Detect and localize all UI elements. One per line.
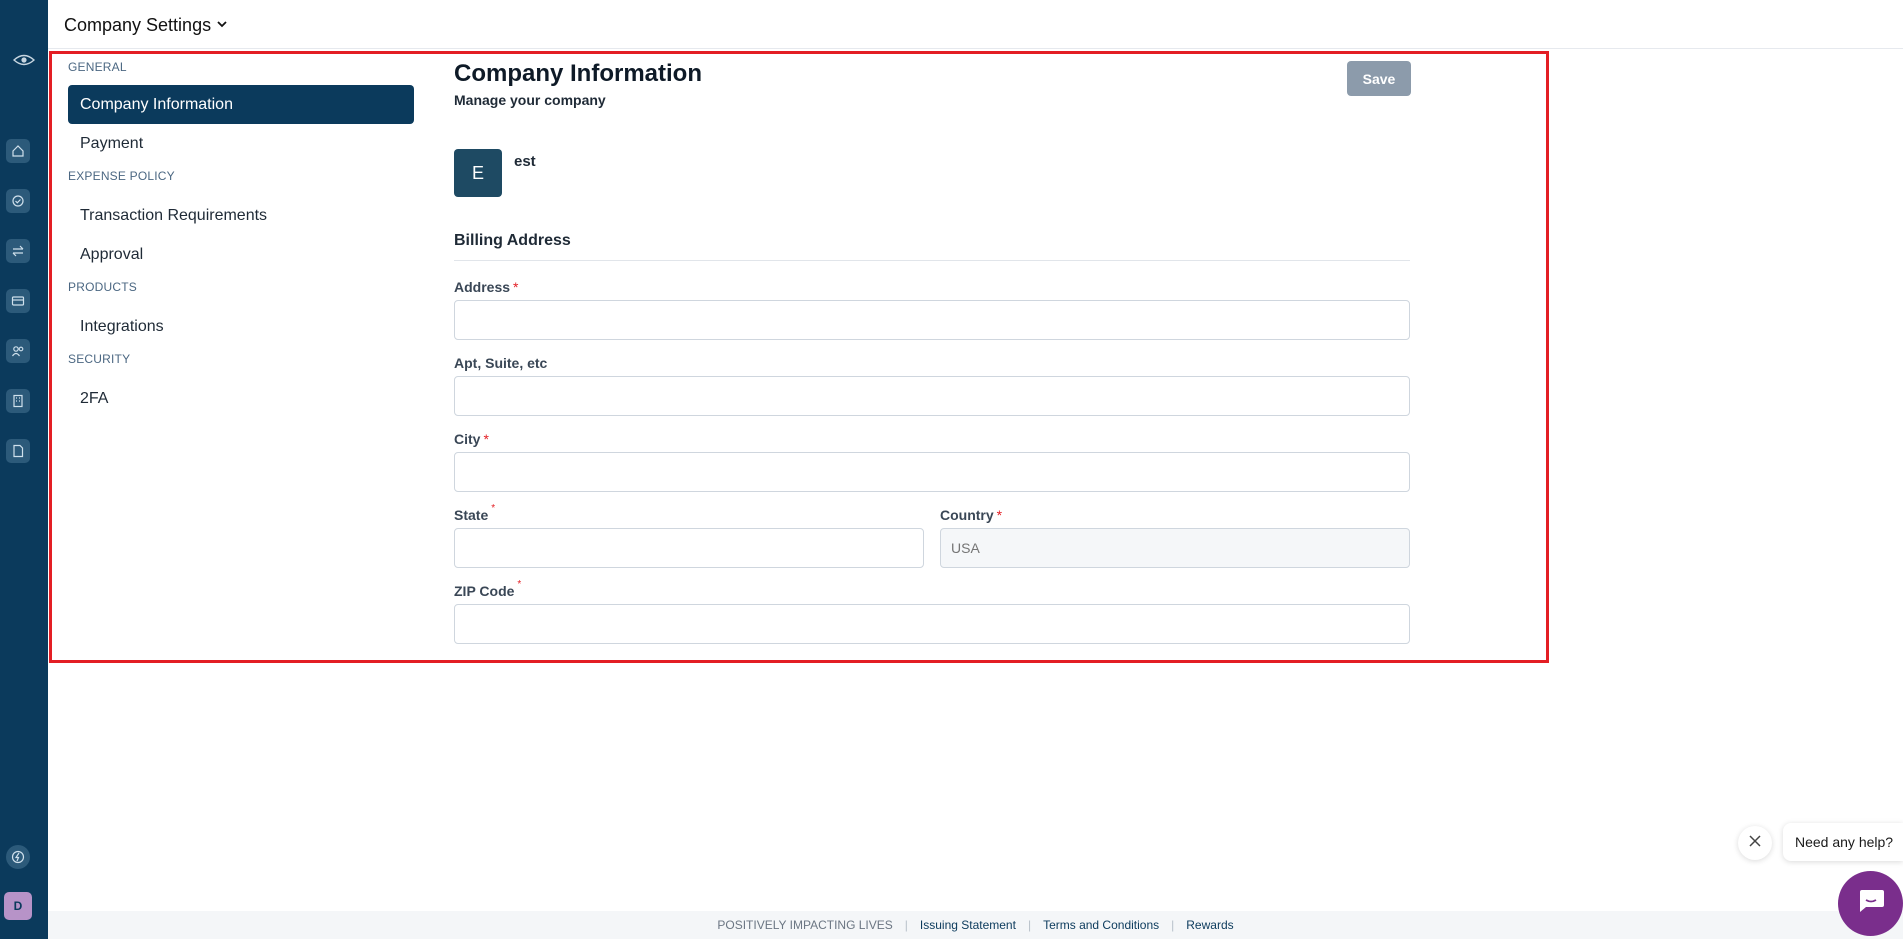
section-expense-policy: EXPENSE POLICY xyxy=(68,169,175,183)
check-circle-icon[interactable] xyxy=(6,189,30,213)
nav-payment[interactable]: Payment xyxy=(68,124,414,163)
chat-button[interactable] xyxy=(1838,871,1903,936)
zip-label: ZIP Code xyxy=(454,583,515,599)
eye-logo-icon[interactable] xyxy=(6,50,42,70)
close-help-button[interactable] xyxy=(1738,826,1772,860)
billing-address-title: Billing Address xyxy=(454,232,1410,261)
required-asterisk: * xyxy=(491,503,496,514)
footer-tagline: POSITIVELY IMPACTING LIVES xyxy=(717,918,893,932)
zip-field: ZIP Code * xyxy=(454,579,1410,644)
issuing-statement-link[interactable]: Issuing Statement xyxy=(920,918,1016,932)
city-label: City xyxy=(454,431,481,447)
document-icon[interactable] xyxy=(6,439,30,463)
users-icon[interactable] xyxy=(6,339,30,363)
footer-separator: | xyxy=(1171,918,1175,932)
company-settings-dropdown[interactable]: Company Settings xyxy=(64,15,229,36)
company-logo[interactable]: E xyxy=(454,149,502,197)
required-asterisk: * xyxy=(996,507,1003,523)
section-security: SECURITY xyxy=(68,352,131,366)
building-icon[interactable] xyxy=(6,389,30,413)
section-products: PRODUCTS xyxy=(68,280,137,294)
footer: POSITIVELY IMPACTING LIVES | Issuing Sta… xyxy=(48,911,1903,939)
nav-2fa[interactable]: 2FA xyxy=(68,379,414,418)
nav-integrations[interactable]: Integrations xyxy=(68,307,414,346)
transfer-icon[interactable] xyxy=(6,239,30,263)
zip-input[interactable] xyxy=(454,604,1410,644)
nav-approval[interactable]: Approval xyxy=(68,235,414,274)
required-asterisk: * xyxy=(513,279,519,295)
company-name: est xyxy=(514,153,536,170)
app-rail: D xyxy=(0,0,48,939)
state-input[interactable] xyxy=(454,528,924,568)
address-field: Address * xyxy=(454,279,1410,340)
rewards-link[interactable]: Rewards xyxy=(1186,918,1233,932)
home-icon[interactable] xyxy=(6,139,30,163)
nav-company-information[interactable]: Company Information xyxy=(68,85,414,124)
address-input[interactable] xyxy=(454,300,1410,340)
country-field: Country * xyxy=(940,507,1410,568)
city-input[interactable] xyxy=(454,452,1410,492)
footer-separator: | xyxy=(1027,918,1032,932)
city-field: City * xyxy=(454,431,1410,492)
state-field: State * xyxy=(454,503,924,568)
save-button[interactable]: Save xyxy=(1347,61,1411,96)
chevron-down-icon xyxy=(215,15,229,36)
terms-link[interactable]: Terms and Conditions xyxy=(1043,918,1159,932)
chat-icon xyxy=(1856,888,1886,919)
header: Company Settings xyxy=(48,0,1903,49)
country-label: Country xyxy=(940,507,994,523)
state-label: State xyxy=(454,507,489,523)
section-heading: Company Information xyxy=(454,60,703,87)
card-icon[interactable] xyxy=(6,289,30,313)
bolt-icon[interactable] xyxy=(6,845,30,869)
country-input xyxy=(940,528,1410,568)
address-label: Address xyxy=(454,279,511,295)
apt-input[interactable] xyxy=(454,376,1410,416)
page-title: Company Settings xyxy=(64,15,212,35)
avatar[interactable]: D xyxy=(4,892,32,920)
company-info-panel: Company Information Manage your company … xyxy=(454,60,1411,644)
apt-field: Apt, Suite, etc xyxy=(454,355,1410,416)
required-asterisk: * xyxy=(517,579,522,590)
apt-label: Apt, Suite, etc xyxy=(454,355,548,371)
section-general: GENERAL xyxy=(68,60,127,74)
close-icon xyxy=(1749,834,1761,852)
nav-transaction-requirements[interactable]: Transaction Requirements xyxy=(68,196,414,235)
required-asterisk: * xyxy=(483,431,489,447)
company-identity: E est xyxy=(454,149,536,197)
help-bubble[interactable]: Need any help? xyxy=(1783,823,1903,861)
section-subtitle: Manage your company xyxy=(454,92,606,108)
footer-separator: | xyxy=(904,918,908,932)
settings-nav: GENERAL Company Information Payment EXPE… xyxy=(68,60,414,418)
